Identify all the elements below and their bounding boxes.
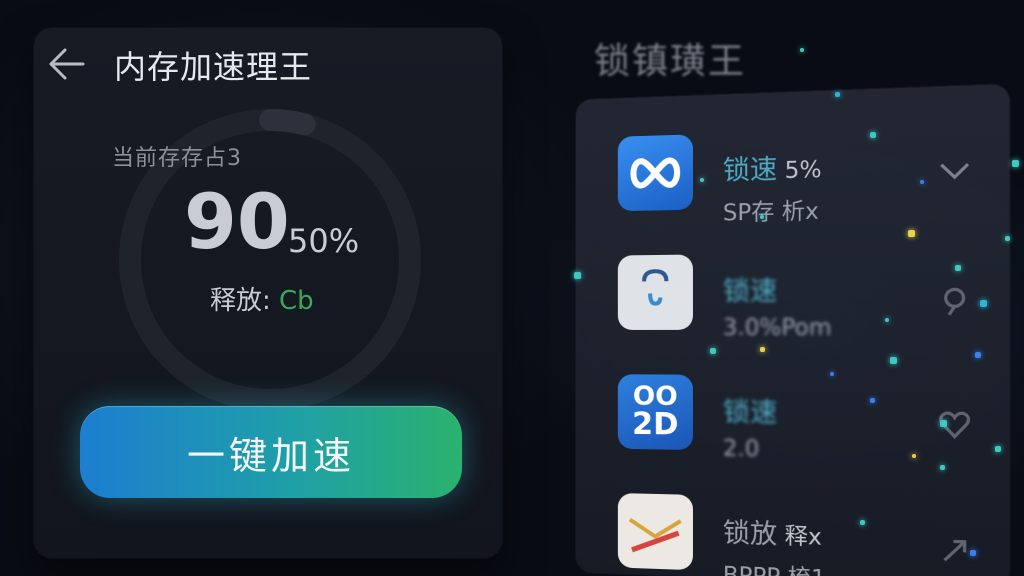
- particle: [980, 300, 987, 307]
- particle: [912, 454, 916, 458]
- chevron-down-icon[interactable]: [938, 160, 971, 182]
- particle: [970, 550, 976, 556]
- shopping-bag-app-icon: [618, 255, 693, 330]
- list-item[interactable]: 锁速 5% SP存 析x: [576, 105, 1009, 230]
- app-sub: SP存 析x: [723, 193, 819, 228]
- particle: [700, 178, 704, 182]
- oo2d-app-icon: OO 2D: [618, 374, 693, 450]
- infinity-app-icon: [618, 134, 693, 211]
- right-panel-title: 锁镇璜王: [594, 32, 746, 84]
- one-click-boost-button[interactable]: 一键加速: [80, 406, 462, 498]
- particle: [830, 372, 834, 376]
- particle: [1005, 236, 1010, 241]
- list-item[interactable]: OO 2D 锁速 2.0: [576, 356, 1009, 475]
- particle: [940, 420, 947, 427]
- release-value: Cb: [279, 286, 314, 316]
- storage-label: 当前存存占3: [112, 140, 242, 172]
- envelope-app-icon: [618, 493, 693, 570]
- app-name: 锁速: [723, 270, 777, 308]
- app-name: 锁放 释x: [723, 512, 822, 553]
- memory-usage-percent: 50%: [288, 222, 359, 260]
- page-title: 内存加速理王: [114, 42, 312, 88]
- particle: [800, 48, 804, 52]
- app-sub: 3.0%Pom: [723, 315, 832, 341]
- back-arrow-icon: [45, 44, 85, 84]
- share-icon[interactable]: [938, 535, 971, 568]
- particle: [975, 352, 981, 358]
- app-sub: 2.0: [723, 436, 759, 462]
- pin-icon[interactable]: [938, 285, 971, 317]
- particle: [710, 348, 716, 354]
- particle: [760, 215, 764, 219]
- oo2d-label-bottom: 2D: [632, 410, 678, 441]
- app-name: 锁速: [723, 391, 777, 430]
- memory-usage-number: 90: [184, 184, 290, 260]
- release-row: 释放: Cb: [210, 280, 314, 317]
- release-label: 释放:: [210, 286, 279, 316]
- app-name: 锁速 5%: [723, 147, 822, 188]
- particle: [860, 520, 865, 525]
- particle: [940, 465, 945, 470]
- particle: [870, 132, 876, 138]
- particle: [835, 92, 840, 97]
- app-sub: BPPP 梳1: [723, 557, 826, 576]
- particle: [955, 265, 961, 271]
- particle: [885, 318, 889, 322]
- particle: [760, 347, 765, 352]
- particle: [995, 446, 1001, 452]
- list-item[interactable]: 锁速 3.0%Pom: [576, 231, 1009, 348]
- particle: [574, 272, 581, 279]
- list-item[interactable]: 锁放 释x BPPP 梳1: [576, 474, 1009, 576]
- particle: [1012, 160, 1019, 167]
- particle: [890, 357, 897, 364]
- particle: [920, 180, 924, 184]
- memory-boost-panel: 内存加速理王 当前存存占3 90 50% 释放: Cb 一键加速: [34, 28, 502, 558]
- particle: [870, 398, 875, 403]
- app-list-card: 锁速 5% SP存 析x 锁速 3.0%Pom OO 2D 锁速 2.0 锁放 …: [576, 84, 1009, 576]
- back-button[interactable]: [42, 44, 88, 84]
- particle: [908, 230, 915, 237]
